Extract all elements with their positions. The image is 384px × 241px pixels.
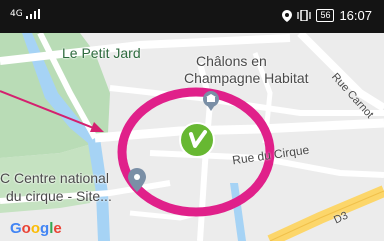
vibration-icon [297, 10, 312, 21]
label-centre-line2: du cirque - Site... [6, 188, 112, 204]
map-view[interactable]: Le Petit Jard Châlons en Champagne Habit… [0, 33, 384, 241]
label-chalons-line1: Châlons en [196, 53, 267, 69]
map-canvas [0, 33, 384, 241]
clock: 16:07 [339, 8, 372, 23]
map-screen: 4G 56 16:07 Le Petit Jard Châlons en Cha… [0, 0, 384, 241]
google-letter-g: G [10, 220, 22, 237]
status-right: 56 16:07 [282, 8, 372, 23]
google-letter-g2: g [40, 220, 50, 237]
location-icon [282, 9, 293, 22]
battery-indicator: 56 [316, 9, 335, 22]
label-centre-line1: C Centre national [0, 170, 109, 186]
app-location-marker[interactable] [179, 122, 215, 158]
google-letter-o1: o [21, 220, 31, 237]
network-type-label: 4G [10, 9, 23, 19]
signal-indicator: 4G [10, 9, 40, 19]
status-bar: 4G 56 16:07 [0, 0, 384, 33]
signal-icon [25, 9, 40, 19]
google-logo: Google [10, 220, 62, 237]
google-letter-o2: o [30, 220, 41, 237]
label-chalons-line2: Champagne Habitat [184, 70, 309, 86]
google-letter-e: e [53, 220, 62, 237]
label-petit-jard: Le Petit Jard [62, 45, 141, 61]
